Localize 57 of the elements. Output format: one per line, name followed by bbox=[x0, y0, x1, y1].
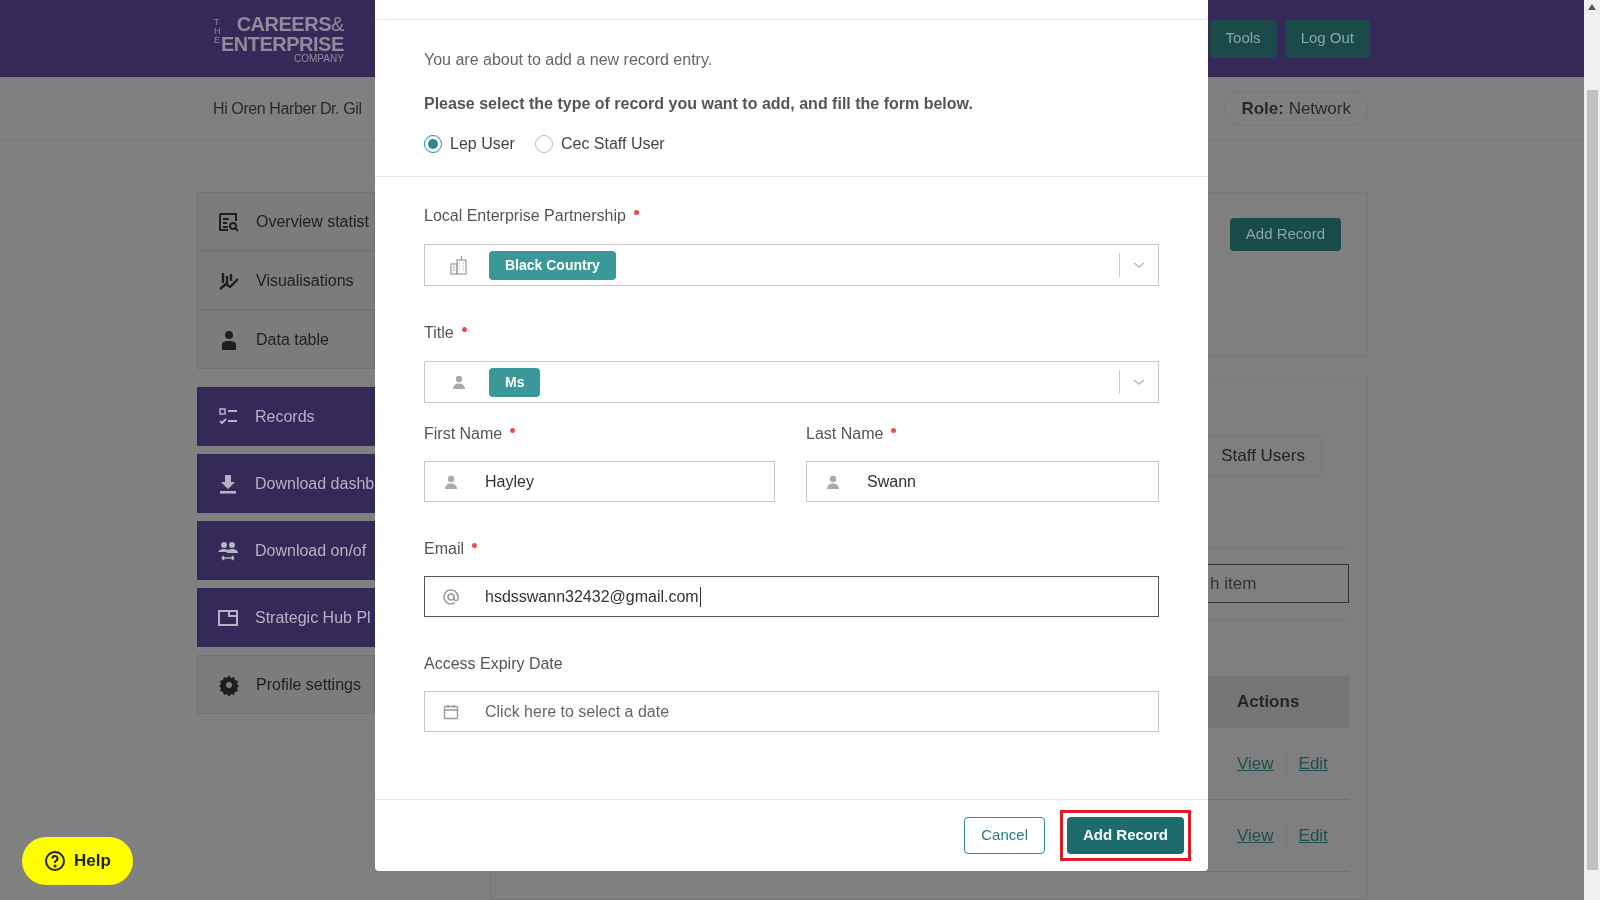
required-mark-icon bbox=[510, 427, 516, 433]
sidebar-item[interactable]: Visualisations bbox=[197, 251, 375, 310]
required-mark-icon bbox=[633, 209, 639, 215]
sidebar-item[interactable]: Records bbox=[197, 387, 375, 446]
table-link[interactable]: Edit bbox=[1285, 750, 1328, 777]
at-icon bbox=[442, 587, 460, 606]
select-field[interactable]: Black Country bbox=[424, 244, 1159, 286]
calendar-icon bbox=[443, 703, 459, 720]
person-icon bbox=[443, 473, 459, 490]
chevron-down-icon bbox=[1132, 260, 1146, 270]
sidebar-item[interactable]: Data table bbox=[197, 310, 375, 369]
field-label: Local Enterprise Partnership bbox=[424, 206, 626, 226]
table-link[interactable]: Edit bbox=[1285, 822, 1328, 849]
field-label: Access Expiry Date bbox=[424, 654, 563, 674]
input-field[interactable]: Swann bbox=[806, 461, 1159, 502]
input-field[interactable]: hsdsswann32432@gmail.com bbox=[424, 576, 1159, 617]
field-label: Title bbox=[424, 323, 454, 343]
table-link[interactable]: View bbox=[1237, 822, 1274, 849]
cancel-button[interactable]: Cancel bbox=[964, 817, 1045, 854]
report-search-icon bbox=[218, 210, 240, 233]
input-field[interactable]: Hayley bbox=[424, 461, 775, 502]
required-mark-icon bbox=[461, 326, 467, 332]
sidebar-item[interactable]: Strategic Hub Pl bbox=[197, 588, 375, 647]
sidebar-item[interactable]: Download on/of bbox=[197, 521, 375, 580]
instruction-text: Please select the type of record you want to add, and fill the form below. bbox=[424, 94, 974, 114]
field-label: Email bbox=[424, 539, 464, 559]
scroll-up-icon[interactable] bbox=[1588, 4, 1596, 10]
chevron-down-icon bbox=[1132, 377, 1146, 387]
required-mark-icon bbox=[472, 542, 477, 548]
radio-label: Lep User bbox=[450, 134, 515, 154]
intro-text: You are about to add a new record entry. bbox=[424, 50, 714, 70]
select-field[interactable]: Ms bbox=[424, 361, 1159, 403]
sidebar-item[interactable]: Profile settings bbox=[197, 655, 375, 714]
download-icon bbox=[217, 472, 239, 495]
selected-chip: Ms bbox=[489, 367, 541, 397]
add-record-button[interactable]: Add Record bbox=[1067, 817, 1184, 854]
greeting: Hi Oren Harber Dr. Gil bbox=[213, 98, 362, 119]
building-icon bbox=[449, 255, 469, 275]
person-icon bbox=[825, 473, 841, 490]
help-icon bbox=[44, 850, 67, 872]
help-button[interactable]: Help bbox=[22, 837, 133, 885]
required-mark-icon bbox=[891, 427, 897, 433]
person-icon bbox=[451, 374, 467, 390]
sidebar-item[interactable]: Overview statist bbox=[197, 192, 375, 251]
people-icon bbox=[217, 539, 239, 562]
selected-chip: Black Country bbox=[489, 250, 616, 280]
scrollbar[interactable] bbox=[1584, 0, 1600, 900]
nav-button[interactable]: Log Out bbox=[1284, 19, 1370, 58]
add-record-button[interactable]: Add Record bbox=[1229, 218, 1341, 251]
field-label: First Name bbox=[424, 424, 503, 444]
radio-label: Cec Staff User bbox=[560, 134, 665, 154]
sidebar-item[interactable]: Download dashb bbox=[197, 454, 375, 513]
settings-icon bbox=[218, 673, 240, 696]
date-field[interactable]: Click here to select a date bbox=[424, 691, 1159, 732]
nav-button[interactable]: Tools bbox=[1209, 19, 1277, 58]
table-link[interactable]: View bbox=[1237, 750, 1274, 777]
field-label: Last Name bbox=[806, 424, 884, 444]
